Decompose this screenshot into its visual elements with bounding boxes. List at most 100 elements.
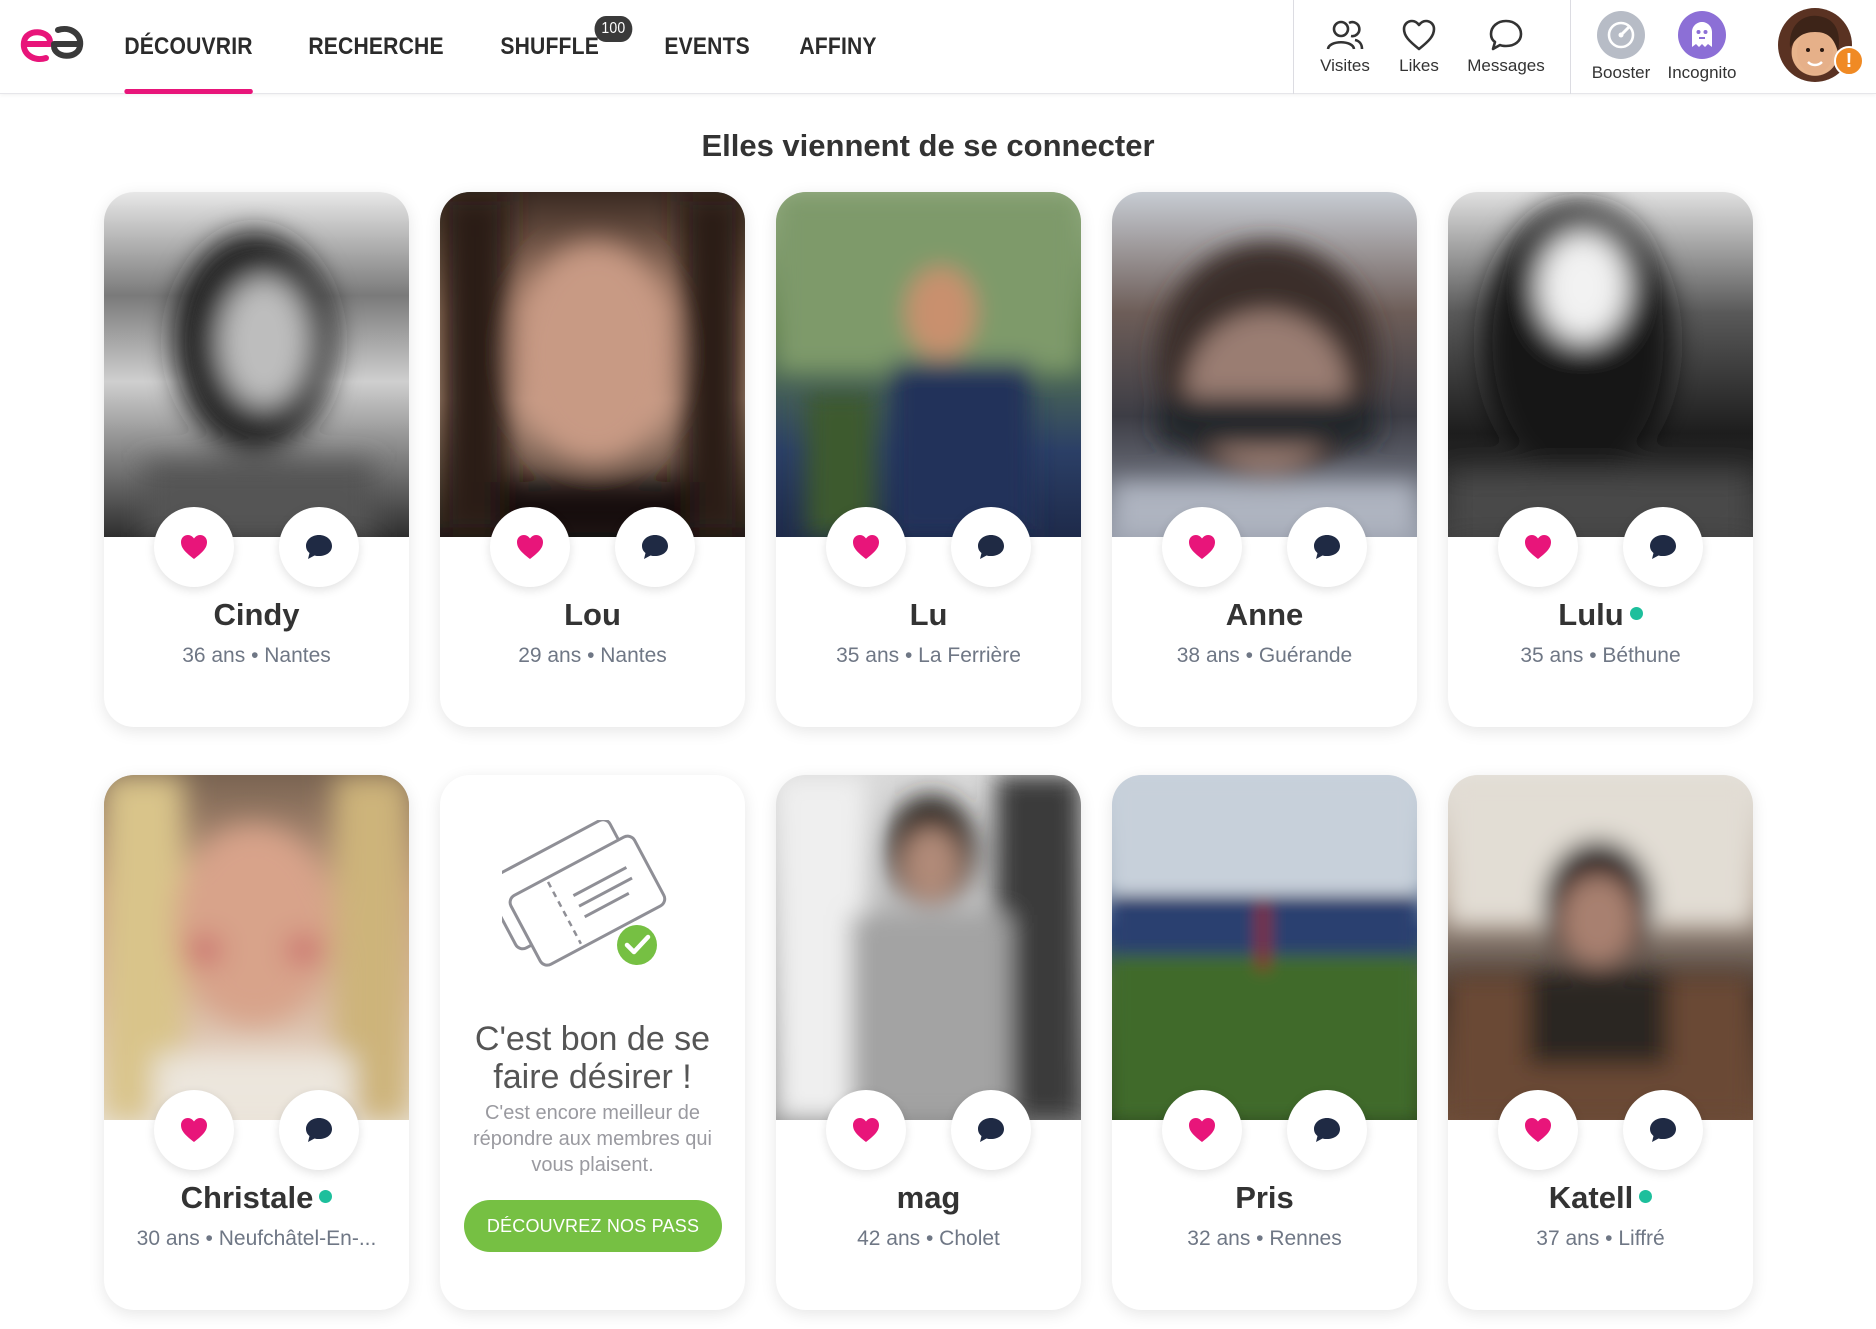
visites-button[interactable]: Visites [1316, 0, 1374, 94]
profile-photo[interactable] [1448, 192, 1753, 542]
tab-label: AFFINY [799, 33, 877, 60]
heart-icon [181, 1118, 207, 1142]
shuffle-count-badge: 100 [593, 16, 633, 42]
like-button[interactable] [154, 507, 234, 587]
profile-photo[interactable] [1112, 775, 1417, 1120]
like-button[interactable] [1162, 507, 1242, 587]
like-button[interactable] [826, 507, 906, 587]
online-status-dot [1629, 607, 1643, 621]
app-logo[interactable] [20, 20, 84, 70]
discover-pass-button[interactable]: DÉCOUVREZ NOS PASS [464, 1200, 722, 1252]
like-button[interactable] [1498, 507, 1578, 587]
profile-name: Pris [1112, 1180, 1417, 1216]
message-button[interactable] [279, 1090, 359, 1170]
message-button[interactable] [1623, 507, 1703, 587]
profile-card[interactable]: Cindy 36 ans • Nantes [104, 192, 409, 727]
messages-label: Messages [1467, 56, 1545, 75]
visites-label: Visites [1320, 56, 1370, 75]
messages-button[interactable]: Messages [1464, 0, 1548, 94]
like-button[interactable] [1498, 1090, 1578, 1170]
profile-age-city: 32 ans • Rennes [1187, 1227, 1342, 1250]
likes-button[interactable]: Likes [1394, 0, 1444, 94]
main-nav: DÉCOUVRIR RECHERCHE SHUFFLE 100 EVENTS AF… [105, 0, 906, 94]
promo-card: C'est bon de se faire désirer ! C'est enc… [440, 775, 745, 1310]
online-status-dot [1639, 1190, 1653, 1204]
incognito-label: Incognito [1667, 63, 1737, 82]
profile-name: Cindy [104, 597, 409, 633]
online-status-dot [319, 1190, 333, 1204]
profile-photo[interactable] [776, 192, 1081, 537]
profile-photo[interactable] [1448, 775, 1753, 1120]
profile-photo[interactable] [776, 775, 1081, 1120]
message-button[interactable] [279, 507, 359, 587]
profile-age-city: 36 ans • Nantes [182, 644, 331, 667]
chat-icon [306, 535, 332, 559]
heart-icon [853, 535, 879, 559]
profile-age-city: 29 ans • Nantes [518, 644, 667, 667]
chat-icon [1314, 535, 1340, 559]
toolbar-divider [1570, 0, 1571, 94]
booster-button[interactable]: Booster [1586, 0, 1656, 94]
profile-card[interactable]: Lu 35 ans • La Ferrière [776, 192, 1081, 727]
tab-label: DÉCOUVRIR [124, 33, 253, 60]
chat-icon [1650, 535, 1676, 559]
chat-icon [306, 1118, 332, 1142]
profile-card[interactable]: Pris 32 ans • Rennes [1112, 775, 1417, 1310]
tab-shuffle[interactable]: SHUFFLE 100 [481, 0, 633, 94]
profile-card[interactable]: Katell 37 ans • Liffré [1448, 775, 1753, 1310]
profile-name-text: Lu [909, 597, 948, 632]
message-button[interactable] [1623, 1090, 1703, 1170]
tab-label: EVENTS [664, 33, 750, 60]
like-button[interactable] [826, 1090, 906, 1170]
profile-name: Anne [1112, 597, 1417, 633]
heart-icon [1189, 1118, 1215, 1142]
tab-decouvrir[interactable]: DÉCOUVRIR [105, 0, 272, 94]
likes-label: Likes [1399, 56, 1439, 75]
profile-name-text: Pris [1235, 1180, 1294, 1215]
profile-photo[interactable] [104, 192, 409, 542]
profile-name-text: Lou [564, 597, 621, 632]
message-button[interactable] [1287, 1090, 1367, 1170]
profile-card[interactable]: Lou 29 ans • Nantes [440, 192, 745, 727]
tab-events[interactable]: EVENTS [645, 0, 769, 94]
like-button[interactable] [1162, 1090, 1242, 1170]
chat-bubble-icon [1489, 19, 1523, 51]
chat-icon [1650, 1118, 1676, 1142]
profile-card[interactable]: Christale 30 ans • Neufchâtel-En-... [104, 775, 409, 1310]
account-alert-icon[interactable]: ! [1834, 46, 1864, 76]
tab-recherche[interactable]: RECHERCHE [289, 0, 463, 94]
like-button[interactable] [154, 1090, 234, 1170]
profile-name-text: Christale [180, 1180, 314, 1215]
profile-name-text: mag [896, 1180, 961, 1215]
ticket-pass-icon [502, 820, 667, 967]
heart-icon [1525, 1118, 1551, 1142]
top-navigation-bar: DÉCOUVRIR RECHERCHE SHUFFLE 100 EVENTS AF… [0, 0, 1876, 94]
profile-age-city: 38 ans • Guérande [1176, 644, 1353, 667]
ghost-icon [1678, 11, 1726, 59]
tab-affiny[interactable]: AFFINY [780, 0, 896, 94]
like-button[interactable] [490, 507, 570, 587]
chat-icon [978, 1118, 1004, 1142]
profile-card[interactable]: Anne 38 ans • Guérande [1112, 192, 1417, 727]
profile-card[interactable]: Lulu 35 ans • Béthune [1448, 192, 1753, 727]
chat-icon [1314, 1118, 1340, 1142]
profile-name-text: Cindy [213, 597, 300, 632]
promo-subtitle: C'est encore meilleur de répondre aux me… [472, 1102, 712, 1176]
profile-age-city: 37 ans • Liffré [1536, 1227, 1665, 1250]
profile-card[interactable]: mag 42 ans • Cholet [776, 775, 1081, 1310]
heart-icon [181, 535, 207, 559]
incognito-button[interactable]: Incognito [1664, 0, 1740, 94]
profile-photo[interactable] [104, 775, 409, 1125]
message-button[interactable] [615, 507, 695, 587]
profile-photo[interactable] [440, 192, 745, 542]
profile-name: Katell [1448, 1180, 1753, 1216]
chat-icon [642, 535, 668, 559]
profile-age-city: 35 ans • La Ferrière [836, 644, 1021, 667]
message-button[interactable] [951, 507, 1031, 587]
message-button[interactable] [1287, 507, 1367, 587]
heart-outline-icon [1402, 19, 1436, 51]
profile-photo[interactable] [1112, 192, 1417, 542]
visitors-icon [1326, 20, 1364, 50]
chat-icon [978, 535, 1004, 559]
message-button[interactable] [951, 1090, 1031, 1170]
